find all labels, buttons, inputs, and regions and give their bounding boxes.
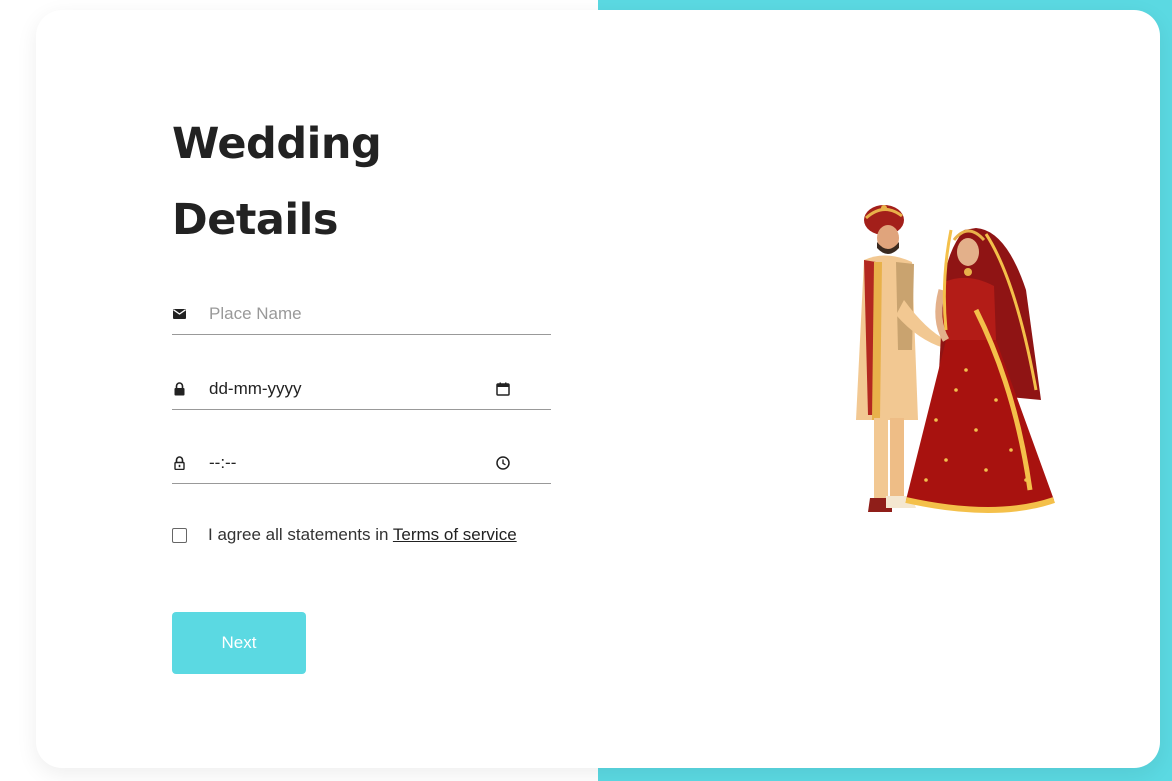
- lock-icon: [172, 382, 186, 396]
- time-value: --:--: [209, 453, 237, 472]
- terms-label: I agree all statements in Terms of servi…: [208, 525, 517, 545]
- calendar-icon[interactable]: [495, 381, 511, 397]
- clock-icon[interactable]: [495, 455, 511, 471]
- date-value: dd-mm-yyyy: [209, 379, 302, 398]
- next-button[interactable]: Next: [172, 612, 306, 674]
- wedding-couple-illustration: [856, 205, 1055, 513]
- wedding-form-card: Wedding Details Place Name dd-mm-yyyy --…: [36, 10, 1160, 768]
- terms-checkbox[interactable]: [172, 527, 187, 543]
- title-line-2: Details: [172, 195, 339, 245]
- terms-agreement: I agree all statements in Terms of servi…: [172, 525, 517, 545]
- date-field[interactable]: dd-mm-yyyy: [172, 369, 551, 410]
- envelope-icon: [172, 307, 186, 321]
- title-line-1: Wedding: [172, 119, 382, 169]
- place-name-placeholder: Place Name: [209, 304, 302, 323]
- lock-open-icon: [172, 456, 186, 470]
- terms-of-service-link[interactable]: Terms of service: [393, 525, 517, 544]
- page-title: Wedding Details: [172, 106, 382, 258]
- place-name-field[interactable]: Place Name: [172, 294, 551, 335]
- terms-text: I agree all statements in: [208, 525, 393, 544]
- time-field[interactable]: --:--: [172, 443, 551, 484]
